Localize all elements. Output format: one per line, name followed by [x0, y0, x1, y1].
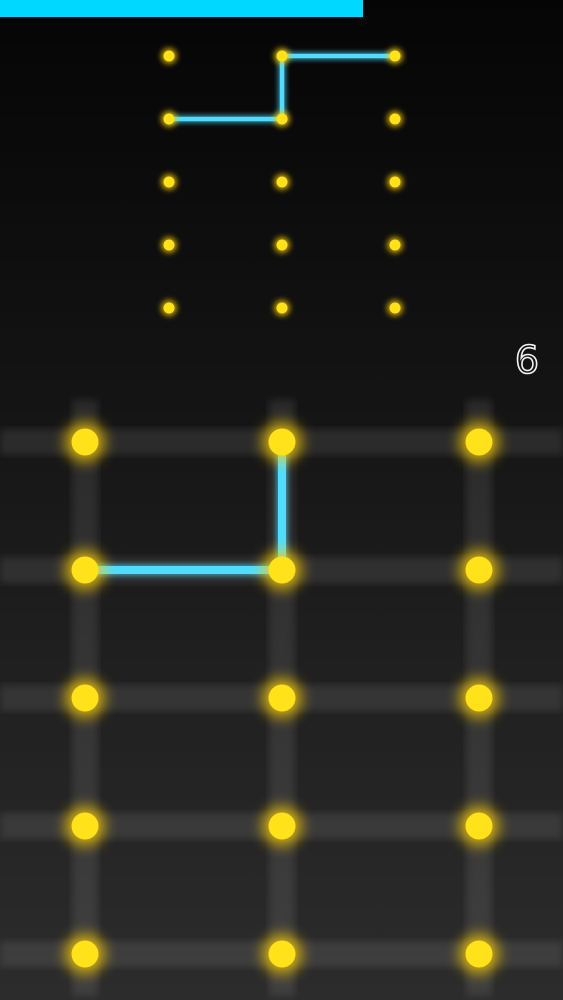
target-dot-core — [276, 113, 288, 125]
play-dot-core — [71, 556, 99, 584]
play-dot[interactable] — [262, 422, 302, 462]
play-dot[interactable] — [65, 550, 105, 590]
move-counter: 6 — [514, 337, 540, 383]
target-dot-core — [389, 302, 401, 314]
target-dot — [387, 237, 403, 253]
target-dot — [161, 300, 177, 316]
target-dot-core — [389, 113, 401, 125]
play-dot-core — [268, 428, 296, 456]
play-dot[interactable] — [262, 550, 302, 590]
play-dot[interactable] — [65, 678, 105, 718]
play-dot[interactable] — [65, 934, 105, 974]
target-dot-core — [163, 176, 175, 188]
target-dot — [161, 111, 177, 127]
target-dot-core — [276, 302, 288, 314]
target-dot — [387, 111, 403, 127]
play-dot-core — [268, 812, 296, 840]
target-dot-core — [163, 50, 175, 62]
player-path — [79, 436, 288, 576]
target-pattern-path — [164, 51, 400, 124]
target-dot — [387, 300, 403, 316]
target-dot-core — [163, 113, 175, 125]
target-dot — [161, 48, 177, 64]
play-dot-core — [465, 684, 493, 712]
target-dot-core — [389, 176, 401, 188]
play-dot[interactable] — [459, 422, 499, 462]
play-dot-core — [268, 940, 296, 968]
target-dot — [161, 174, 177, 190]
game-canvas — [0, 48, 563, 996]
play-dot-core — [71, 940, 99, 968]
play-dot[interactable] — [459, 678, 499, 718]
play-dot-core — [268, 556, 296, 584]
play-path-line — [81, 438, 286, 574]
play-dot-core — [465, 428, 493, 456]
play-dot[interactable] — [262, 806, 302, 846]
play-dot-core — [465, 812, 493, 840]
play-dot[interactable] — [459, 550, 499, 590]
play-dot[interactable] — [65, 806, 105, 846]
target-dot — [274, 300, 290, 316]
target-dot-core — [276, 239, 288, 251]
play-dot-core — [465, 556, 493, 584]
target-dot — [274, 111, 290, 127]
play-dot-core — [268, 684, 296, 712]
target-dot — [387, 174, 403, 190]
target-path-line — [166, 53, 398, 122]
game-screen: { "progress": { "fraction": 0.645, "colo… — [0, 0, 563, 1000]
target-dot-core — [389, 50, 401, 62]
play-dot[interactable] — [459, 806, 499, 846]
play-dot[interactable] — [262, 678, 302, 718]
target-dot — [274, 237, 290, 253]
play-path-glow — [79, 436, 288, 576]
target-dot — [161, 237, 177, 253]
play-dot-core — [71, 684, 99, 712]
play-dot-core — [71, 812, 99, 840]
target-dot — [387, 48, 403, 64]
play-dot-core — [465, 940, 493, 968]
play-dot[interactable] — [262, 934, 302, 974]
target-dot-core — [389, 239, 401, 251]
play-dot[interactable] — [459, 934, 499, 974]
target-dot-core — [276, 176, 288, 188]
play-dot-core — [71, 428, 99, 456]
target-dot-core — [276, 50, 288, 62]
play-dot[interactable] — [65, 422, 105, 462]
target-dot — [274, 174, 290, 190]
target-dot — [274, 48, 290, 64]
target-dot-core — [163, 239, 175, 251]
target-dot-core — [163, 302, 175, 314]
